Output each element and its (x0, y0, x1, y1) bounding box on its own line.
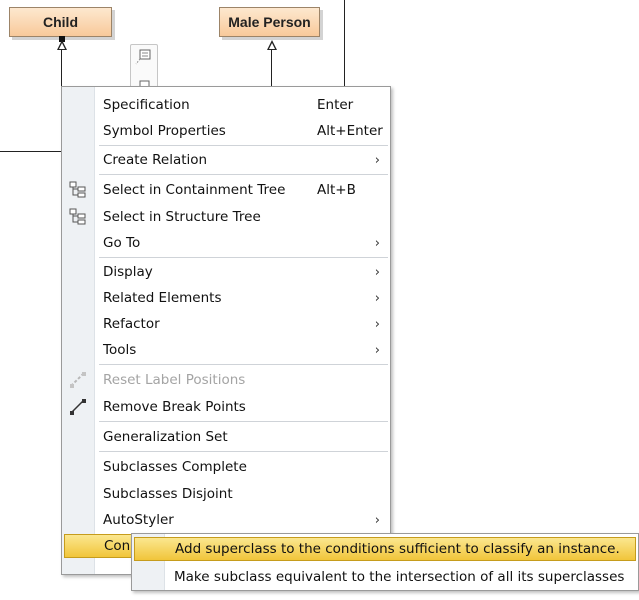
menu-separator (99, 174, 388, 175)
menu-item-autostyler[interactable]: AutoStyler › (62, 508, 390, 532)
class-child[interactable]: Child (9, 7, 112, 37)
menu-item-generalization-set[interactable]: Generalization Set (62, 425, 390, 449)
note-icon[interactable] (131, 45, 157, 69)
menu-item-select-containment-tree[interactable]: Select in Containment Tree Alt+B (62, 178, 390, 202)
menu-item-label: Reset Label Positions (103, 372, 246, 388)
menu-item-shortcut: Enter (317, 97, 354, 113)
class-male-person[interactable]: Male Person (219, 7, 320, 37)
class-name: Male Person (228, 14, 311, 30)
generalization-line[interactable] (61, 50, 62, 88)
menu-item-label: Related Elements (103, 290, 222, 306)
menu-item-subclasses-complete[interactable]: Subclasses Complete (62, 455, 390, 479)
diagram-border-line (0, 151, 62, 152)
menu-item-label: Display (103, 264, 153, 280)
menu-item-refactor[interactable]: Refactor › (62, 312, 390, 336)
menu-item-label: Remove Break Points (103, 399, 246, 415)
menu-item-label: Tools (103, 342, 137, 358)
submenu-arrow-icon: › (374, 316, 380, 332)
menu-item-label: Specification (103, 97, 190, 113)
submenu-arrow-icon: › (374, 264, 380, 280)
menu-separator (99, 421, 388, 422)
conditions-submenu: Add superclass to the conditions suffici… (131, 533, 639, 591)
generalization-arrowhead (57, 40, 67, 50)
menu-item-related-elements[interactable]: Related Elements › (62, 286, 390, 310)
submenu-item-add-superclass-sufficient[interactable]: Add superclass to the conditions suffici… (134, 537, 636, 561)
menu-separator (99, 257, 388, 258)
menu-item-go-to[interactable]: Go To › (62, 231, 390, 255)
smart-manipulator-toolbar[interactable] (130, 44, 158, 92)
menu-item-label: Add superclass to the conditions suffici… (175, 541, 620, 557)
menu-item-label: Select in Structure Tree (103, 209, 261, 225)
submenu-item-make-subclass-equivalent[interactable]: Make subclass equivalent to the intersec… (134, 565, 636, 589)
menu-item-label: Subclasses Disjoint (103, 486, 233, 502)
menu-item-reset-label-positions[interactable]: Reset Label Positions (62, 368, 390, 392)
menu-separator (99, 451, 388, 452)
menu-item-display[interactable]: Display › (62, 260, 390, 284)
remove-break-points-icon (68, 397, 88, 417)
menu-item-label: AutoStyler (103, 512, 174, 528)
menu-item-shortcut: Alt+B (317, 182, 356, 198)
menu-separator (99, 145, 388, 146)
menu-item-specification[interactable]: Specification Enter (62, 93, 390, 117)
menu-item-remove-break-points[interactable]: Remove Break Points (62, 395, 390, 419)
submenu-arrow-icon: › (374, 342, 380, 358)
menu-item-create-relation[interactable]: Create Relation › (62, 148, 390, 172)
menu-item-label: Refactor (103, 316, 160, 332)
context-menu: Specification Enter Symbol Properties Al… (61, 86, 391, 575)
menu-item-label: Create Relation (103, 152, 208, 168)
containment-tree-icon (68, 180, 88, 200)
menu-item-label: Select in Containment Tree (103, 182, 286, 198)
menu-item-select-structure-tree[interactable]: Select in Structure Tree (62, 205, 390, 229)
menu-item-subclasses-disjoint[interactable]: Subclasses Disjoint (62, 482, 390, 506)
generalization-arrowhead (267, 40, 277, 50)
menu-item-label: Go To (103, 235, 141, 251)
menu-item-symbol-properties[interactable]: Symbol Properties Alt+Enter (62, 119, 390, 143)
menu-item-label: Make subclass equivalent to the intersec… (174, 569, 625, 585)
structure-tree-icon (68, 207, 88, 227)
generalization-line[interactable] (271, 50, 272, 88)
menu-item-shortcut: Alt+Enter (317, 123, 383, 139)
submenu-arrow-icon: › (374, 512, 380, 528)
submenu-arrow-icon: › (374, 290, 380, 306)
menu-item-label: Con (104, 538, 131, 554)
diagram-border-line (344, 0, 345, 87)
menu-item-label: Generalization Set (103, 429, 228, 445)
menu-item-tools[interactable]: Tools › (62, 338, 390, 362)
submenu-arrow-icon: › (374, 152, 380, 168)
reset-labels-icon (68, 370, 88, 390)
submenu-arrow-icon: › (374, 235, 380, 251)
class-name: Child (43, 14, 78, 30)
menu-separator (99, 364, 388, 365)
menu-item-label: Symbol Properties (103, 123, 226, 139)
menu-item-label: Subclasses Complete (103, 459, 247, 475)
